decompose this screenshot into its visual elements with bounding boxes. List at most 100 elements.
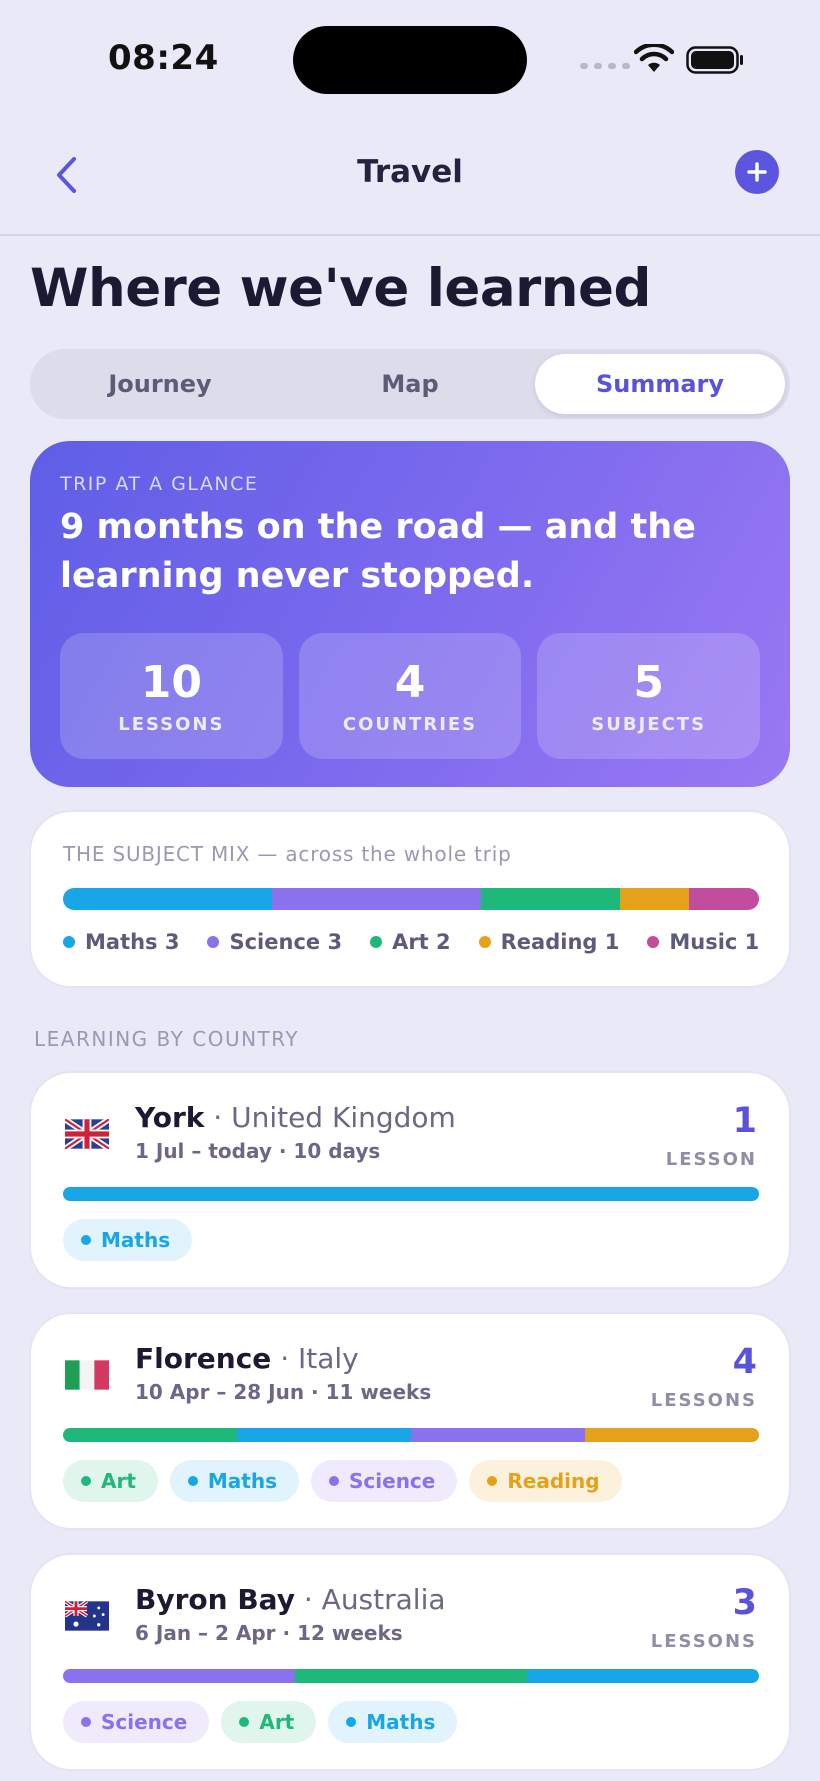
lesson-count-label: LESSON [665, 1149, 757, 1170]
date-range: 6 Jan – 2 Apr · 12 weeks [135, 1621, 403, 1645]
navigation-bar: Travel [0, 120, 820, 236]
date-range: 1 Jul – today · 10 days [135, 1139, 381, 1163]
wifi-icon [634, 44, 674, 72]
country-title: Byron Bay · Australia [135, 1583, 446, 1616]
stat-value: 10 [140, 656, 202, 708]
country-name: · Italy [280, 1342, 359, 1375]
uk-flag-icon [65, 1119, 109, 1149]
lesson-count: 3 [732, 1583, 757, 1623]
stat-value: 5 [633, 656, 664, 708]
legend-item-reading: Reading 1 [478, 930, 620, 954]
nav-title: Travel [357, 154, 463, 190]
subject-chip-art[interactable]: Art [221, 1701, 317, 1743]
country-subject-bar [63, 1187, 759, 1201]
country-card-byron-bay[interactable]: Byron Bay · Australia 6 Jan – 2 Apr · 12… [31, 1555, 789, 1769]
legend-item-science: Science 3 [207, 930, 342, 954]
chip-label: Reading [507, 1469, 600, 1493]
legend-label: Maths 3 [85, 930, 180, 954]
chip-label: Maths [207, 1469, 278, 1493]
battery-icon [686, 46, 743, 74]
stat-value: 4 [394, 656, 426, 708]
legend-dot [207, 936, 220, 948]
subject-chips: Maths [63, 1219, 193, 1261]
country-bar-segment [63, 1669, 295, 1683]
country-name: · United Kingdom [213, 1101, 456, 1134]
section-label-countries: LEARNING BY COUNTRY [34, 1027, 300, 1051]
chip-label: Maths [366, 1710, 436, 1734]
subject-chip-maths[interactable]: Maths [169, 1460, 300, 1502]
subject-mix-segment-reading [619, 888, 690, 910]
subject-mix-segment-science [271, 888, 481, 910]
city-name: Byron Bay [135, 1583, 295, 1616]
subject-mix-card: THE SUBJECT MIX — across the whole trip … [31, 812, 789, 986]
subject-chip-art[interactable]: Art [63, 1460, 158, 1502]
status-bar: 08:24 [0, 0, 820, 120]
legend-item-music: Music 1 [647, 930, 759, 954]
legend-label: Reading 1 [500, 930, 620, 954]
lesson-count: 1 [732, 1101, 757, 1141]
country-title: Florence · Italy [135, 1342, 359, 1375]
country-bar-segment [527, 1669, 759, 1683]
legend-dot [63, 936, 75, 948]
subject-mix-bar [63, 888, 759, 910]
chip-label: Maths [101, 1228, 171, 1252]
country-bar-segment [63, 1187, 759, 1201]
trip-summary-card: TRIP AT A GLANCE 9 months on the road — … [30, 441, 790, 787]
chip-dot [187, 1476, 198, 1486]
chip-label: Science [349, 1469, 436, 1493]
subject-chip-maths[interactable]: Maths [328, 1701, 458, 1743]
chip-dot [81, 1235, 91, 1245]
legend-dot [370, 936, 383, 948]
country-title: York · United Kingdom [135, 1101, 456, 1134]
legend-item-maths: Maths 3 [63, 930, 179, 954]
chip-dot [239, 1717, 250, 1727]
lesson-count-label: LESSONS [650, 1390, 757, 1411]
australia-flag-icon [65, 1601, 109, 1631]
tab-summary[interactable]: Summary [535, 354, 785, 414]
subject-chip-science[interactable]: Science [63, 1701, 210, 1743]
tab-journey[interactable]: Journey [35, 354, 285, 414]
status-time: 08:24 [108, 38, 219, 78]
stat-subjects: 5 SUBJECTS [537, 633, 761, 759]
city-name: Florence [135, 1342, 272, 1375]
chip-label: Science [101, 1710, 188, 1734]
legend-dot [647, 936, 660, 948]
chip-label: Art [259, 1710, 295, 1734]
chip-dot [487, 1476, 498, 1486]
stat-lessons: 10 LESSONS [60, 633, 283, 759]
lesson-count-label: LESSONS [650, 1631, 757, 1652]
subject-chips: Science Art Maths [63, 1701, 458, 1743]
country-name: · Australia [303, 1583, 446, 1616]
subject-mix-title: THE SUBJECT MIX — across the whole trip [63, 842, 512, 866]
subject-chip-maths[interactable]: Maths [63, 1219, 193, 1261]
hero-headline: 9 months on the road — and the learning … [60, 507, 696, 596]
subject-mix-segment-music [689, 888, 759, 910]
stat-label: SUBJECTS [591, 713, 707, 735]
page-title: Where we've learned [30, 258, 651, 319]
chip-label: Art [101, 1469, 136, 1493]
stats-row: 10 LESSONS 4 COUNTRIES 5 SUBJECTS [60, 633, 761, 759]
country-bar-segment [411, 1428, 585, 1442]
stat-label: COUNTRIES [342, 713, 478, 735]
legend-dot [478, 936, 491, 948]
subject-chip-science[interactable]: Science [311, 1460, 458, 1502]
country-bar-segment [63, 1428, 237, 1442]
italy-flag-icon [65, 1360, 109, 1390]
legend-label: Music 1 [669, 930, 760, 954]
tab-map[interactable]: Map [285, 354, 535, 414]
hero-eyebrow: TRIP AT A GLANCE [60, 473, 259, 495]
legend-item-art: Art 2 [370, 930, 451, 954]
country-card-florence[interactable]: Florence · Italy 10 Apr – 28 Jun · 11 we… [31, 1314, 789, 1528]
subject-mix-legend: Maths 3 Science 3 Art 2 Reading 1 Music 1 [63, 930, 759, 954]
plus-icon [747, 162, 767, 182]
chip-dot [346, 1717, 357, 1727]
country-bar-segment [585, 1428, 759, 1442]
city-name: York [135, 1101, 205, 1134]
legend-label: Art 2 [392, 930, 451, 954]
subject-chips: Art Maths Science Reading [63, 1460, 622, 1502]
subject-mix-segment-maths [63, 888, 272, 910]
add-button[interactable] [735, 150, 779, 194]
subject-chip-reading[interactable]: Reading [469, 1460, 622, 1502]
country-card-york[interactable]: York · United Kingdom 1 Jul – today · 10… [31, 1073, 789, 1287]
country-subject-bar [63, 1669, 759, 1683]
